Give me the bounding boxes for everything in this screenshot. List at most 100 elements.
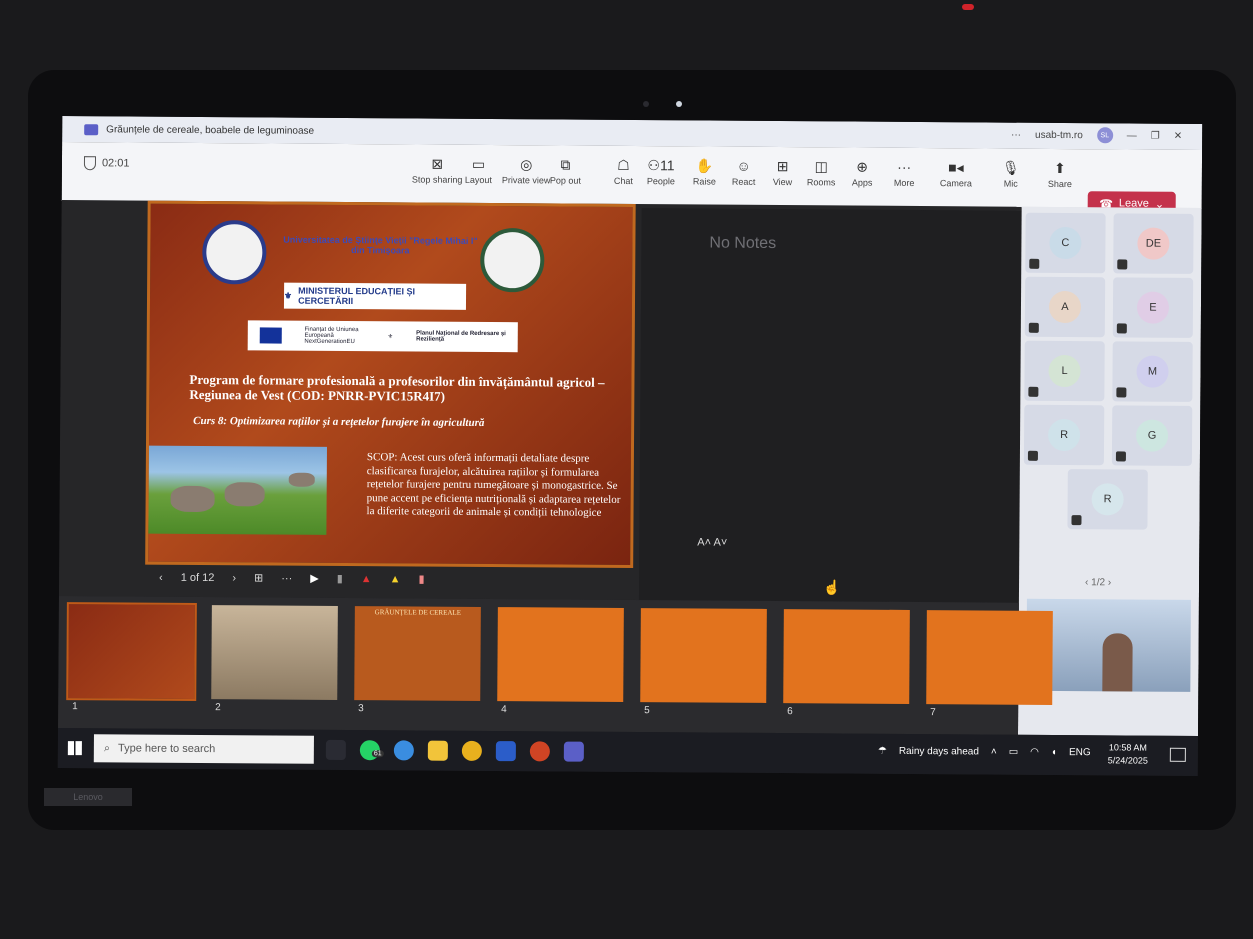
close-icon[interactable]: ✕ — [1174, 130, 1182, 141]
slide-thumbnail[interactable]: 2 — [211, 605, 338, 713]
react-button[interactable]: ☺ React — [732, 157, 756, 187]
whatsapp-icon[interactable]: 61 — [359, 740, 384, 761]
rooms-icon: ◫ — [814, 158, 828, 175]
toolbar-button-label: Chat — [613, 175, 633, 187]
toolbar-button-label: People — [646, 176, 675, 187]
participant-tile[interactable]: R — [1067, 469, 1148, 530]
layout-button[interactable]: ▭ Layout — [465, 155, 492, 185]
taskbar-search[interactable]: ⌕ Type here to search — [93, 734, 314, 764]
toolbar-button-label: Stop sharing — [411, 174, 463, 185]
avatar[interactable]: SL — [1096, 127, 1113, 144]
raise-button[interactable]: ✋ Raise — [693, 156, 716, 186]
share-button[interactable]: ⬆ Share — [1048, 159, 1072, 189]
hand-icon: ✋ — [695, 157, 714, 174]
stop-sharing-button[interactable]: ⊠ Stop sharing — [411, 154, 463, 185]
participant-tile[interactable]: C — [1025, 212, 1106, 274]
window-title: Grăunțele de cereale, boabele de legumin… — [106, 123, 315, 137]
participant-tile[interactable]: E — [1112, 277, 1194, 338]
account-domain: usab-tm.ro — [1034, 129, 1083, 141]
grid-view-icon[interactable]: ⊞ — [254, 571, 263, 584]
wifi-icon[interactable]: ◠ — [1030, 747, 1039, 758]
stop-share-icon: ⊠ — [431, 155, 444, 172]
participant-tile[interactable]: DE — [1113, 213, 1194, 274]
people-button[interactable]: ⚇11 People — [647, 156, 675, 186]
camera-button[interactable]: ■◂ Camera — [940, 158, 972, 188]
participant-tile[interactable]: A — [1024, 276, 1106, 338]
teams-logo-icon — [84, 123, 99, 135]
view-button[interactable]: ⊞ View — [773, 157, 793, 187]
slide-thumbnail[interactable]: 7 — [926, 610, 1053, 718]
notifications-icon[interactable] — [1169, 747, 1186, 762]
participant-initials: C — [1049, 226, 1082, 260]
participants-pager[interactable]: ‹ 1/2 › — [1085, 577, 1111, 588]
pop-out-icon: ⧉ — [560, 156, 571, 173]
usavt-logo-icon — [480, 227, 545, 293]
task-view-icon[interactable] — [325, 739, 346, 761]
participant-tile[interactable]: M — [1112, 341, 1193, 402]
chrome-icon[interactable] — [461, 740, 482, 761]
toolbar-button-label: Private view — [501, 175, 551, 186]
prev-slide-icon[interactable]: ‹ — [159, 571, 163, 583]
powerpoint-icon[interactable] — [529, 741, 550, 762]
more-icon[interactable]: ··· — [281, 572, 292, 584]
laser-tool-icon[interactable]: ▮ — [419, 573, 425, 586]
rooms-button[interactable]: ◫ Rooms — [807, 157, 836, 187]
pen-red-icon[interactable]: ▲ — [361, 573, 372, 585]
slide-thumbnail[interactable]: 6 — [783, 609, 910, 717]
slide-thumbnail[interactable]: 4 — [497, 607, 624, 715]
participant-initials: R — [1047, 418, 1081, 452]
mic-muted-icon — [1027, 450, 1038, 461]
thumbnail-number: 1 — [72, 701, 78, 713]
minimize-icon[interactable]: — — [1127, 130, 1137, 141]
lenovo-logo: Lenovo — [44, 788, 132, 806]
cows-photo — [148, 445, 327, 535]
shield-icon — [83, 156, 97, 171]
thumbnail-number: 7 — [930, 707, 936, 719]
taskbar-clock[interactable]: 10:58 AM 5/24/2025 — [1108, 741, 1148, 767]
slide-thumbnail[interactable]: GRĂUNȚELE DE CEREALE 3 — [354, 606, 481, 714]
file-explorer-icon[interactable] — [427, 740, 448, 761]
participant-tile[interactable]: L — [1024, 340, 1105, 402]
slide-thumbnail[interactable]: 5 — [640, 608, 767, 716]
participant-tile[interactable]: G — [1111, 405, 1193, 466]
toolbar-button-label: Raise — [692, 176, 716, 187]
eraser-tool-icon[interactable]: ▮ — [337, 572, 343, 585]
hand-cursor-icon: ☝ — [822, 579, 841, 596]
tray-chevron-icon[interactable]: ˄ — [991, 747, 997, 758]
volume-icon[interactable]: ◖ — [1051, 747, 1057, 758]
word-icon[interactable] — [495, 741, 516, 762]
edge-icon[interactable] — [393, 740, 414, 761]
weather-text[interactable]: Rainy days ahead — [899, 746, 979, 758]
participant-initials: M — [1136, 355, 1169, 388]
participant-initials: L — [1048, 354, 1081, 388]
presentation-slide: Universitatea de Ştiinţe Vieţii "Regele … — [145, 200, 636, 569]
pop-out-button[interactable]: ⧉ Pop out — [550, 155, 581, 186]
battery-icon[interactable]: ▭ — [1009, 747, 1019, 758]
next-slide-icon[interactable]: › — [232, 572, 236, 584]
eu-flag-icon — [259, 327, 282, 344]
course-title: Curs 8: Optimizarea rațiilor și a rețete… — [193, 414, 485, 429]
language-indicator[interactable]: ENG — [1069, 747, 1091, 758]
mic-muted-icon — [1117, 259, 1128, 270]
pointer-tool-icon[interactable]: ▶ — [310, 572, 319, 585]
apps-button[interactable]: ⊕ Apps — [852, 158, 873, 188]
university-seal-icon — [202, 220, 267, 285]
font-size-controls[interactable]: A˄ A˅ — [697, 536, 727, 548]
restore-icon[interactable]: ❐ — [1151, 130, 1160, 141]
windows-start-icon[interactable] — [67, 741, 82, 756]
highlighter-icon[interactable]: ▲ — [390, 573, 401, 585]
crest-icon: ⚜ — [387, 333, 394, 340]
more-options-icon[interactable]: ··· — [1011, 129, 1021, 140]
clock-time: 10:58 AM — [1108, 742, 1147, 753]
teams-icon[interactable] — [563, 741, 584, 762]
participant-tile[interactable]: R — [1023, 404, 1105, 466]
private-view-button[interactable]: ◎ Private view — [502, 155, 551, 185]
cow-shape — [224, 482, 265, 507]
chevron-right-icon[interactable]: › — [1108, 577, 1111, 588]
mic-muted-icon — [1116, 323, 1127, 334]
slide-thumbnail[interactable]: 1 — [66, 602, 197, 712]
slide-thumbnail-strip: 1 2 GRĂUNȚELE DE CEREALE 3 4 5 6 7 — [58, 596, 1053, 735]
chat-button[interactable]: ☖ Chat — [614, 156, 633, 186]
mic-button[interactable]: 🎙 Mic — [1002, 159, 1020, 189]
more-button[interactable]: ··· More — [894, 158, 915, 188]
